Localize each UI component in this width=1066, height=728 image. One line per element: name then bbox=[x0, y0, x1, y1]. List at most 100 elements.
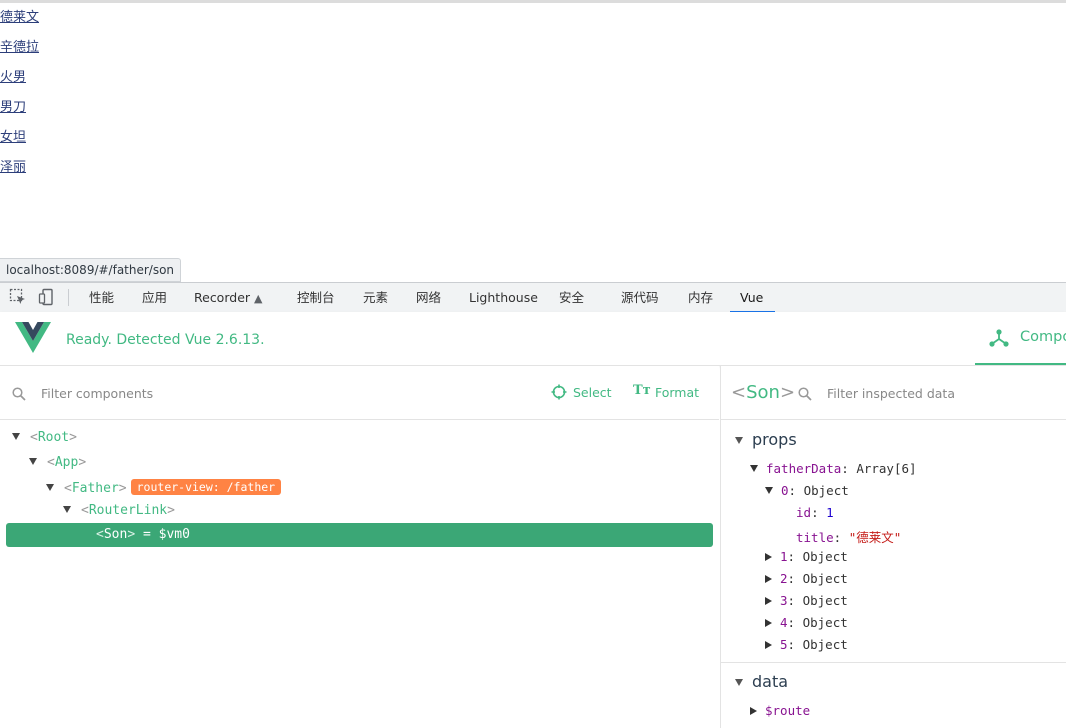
vue-status-text: Ready. Detected Vue 2.6.13. bbox=[66, 332, 265, 348]
flask-icon: ▲ bbox=[254, 292, 263, 305]
data-key: $route bbox=[765, 703, 811, 718]
search-icon bbox=[798, 386, 812, 405]
props-label: props bbox=[752, 430, 797, 449]
hero-link-3[interactable]: 火男 bbox=[0, 66, 26, 85]
tab-separator bbox=[68, 289, 69, 306]
tab-lighthouse[interactable]: Lighthouse bbox=[469, 283, 538, 312]
tree-node-son-selected[interactable]: <Son> = $vm0 bbox=[6, 523, 713, 547]
tree-node-label: App bbox=[54, 455, 79, 470]
collapse-arrow-icon bbox=[29, 458, 37, 465]
vm-reference: = $vm0 bbox=[142, 527, 190, 542]
prop-item-3[interactable]: 3: Object bbox=[765, 593, 848, 608]
prop-item-0[interactable]: 0: Object bbox=[765, 483, 849, 498]
tab-vue[interactable]: Vue bbox=[729, 283, 776, 313]
data-section-header[interactable]: data bbox=[735, 672, 788, 691]
prop-key: id bbox=[796, 505, 812, 520]
prop-value: 1 bbox=[826, 505, 834, 520]
prop-key: title bbox=[796, 530, 834, 545]
prop-item-0-id[interactable]: id: 1 bbox=[796, 505, 834, 520]
inspected-component-title: <Son> bbox=[731, 382, 796, 403]
collapse-arrow-icon bbox=[735, 437, 743, 444]
prop-key: 0 bbox=[781, 483, 789, 498]
prop-key: 3 bbox=[780, 593, 788, 608]
tab-elements[interactable]: 元素 bbox=[363, 283, 388, 312]
tree-node-root[interactable]: <Root> bbox=[12, 430, 77, 454]
search-icon bbox=[12, 386, 26, 405]
tab-memory[interactable]: 内存 bbox=[688, 283, 713, 312]
device-toolbar-icon[interactable] bbox=[38, 288, 56, 306]
tab-sources[interactable]: 源代码 bbox=[621, 283, 659, 312]
prop-value: Object bbox=[803, 483, 849, 498]
vue-devtools-header: Ready. Detected Vue 2.6.13. Compo bbox=[0, 312, 1066, 366]
collapse-arrow-icon bbox=[63, 506, 71, 513]
inspector-toolbar: <Son> bbox=[721, 366, 1066, 420]
prop-value: "德莱文" bbox=[848, 530, 902, 545]
components-tab[interactable]: Compo bbox=[975, 312, 1066, 365]
prop-item-0-title[interactable]: title: "德莱文" bbox=[796, 527, 901, 546]
hero-link-1[interactable]: 德莱文 bbox=[0, 6, 39, 25]
tab-network[interactable]: 网络 bbox=[416, 283, 441, 312]
collapse-arrow-icon bbox=[46, 484, 54, 491]
inspector-pane: <Son> props fatherData: Array[6] 0: Obje… bbox=[720, 366, 1066, 728]
expand-arrow-icon bbox=[750, 707, 757, 715]
prop-key: 4 bbox=[780, 615, 788, 630]
tab-recorder-label: Recorder bbox=[194, 290, 251, 305]
tab-performance[interactable]: 性能 bbox=[89, 283, 114, 312]
prop-value: Object bbox=[802, 637, 848, 652]
tab-recorder[interactable]: Recorder ▲ bbox=[194, 283, 263, 312]
prop-father-data[interactable]: fatherData: Array[6] bbox=[750, 461, 917, 476]
prop-key: 5 bbox=[780, 637, 788, 652]
tree-node-label: Son bbox=[103, 527, 128, 542]
prop-key: fatherData bbox=[766, 461, 842, 476]
collapse-arrow-icon bbox=[735, 679, 743, 686]
prop-item-2[interactable]: 2: Object bbox=[765, 571, 848, 586]
prop-value: Object bbox=[802, 549, 848, 564]
hero-link-5[interactable]: 女坦 bbox=[0, 126, 26, 145]
prop-key: 2 bbox=[780, 571, 788, 586]
tab-security[interactable]: 安全 bbox=[559, 283, 584, 312]
tree-node-app[interactable]: <App> bbox=[29, 455, 86, 479]
prop-item-1[interactable]: 1: Object bbox=[765, 549, 848, 564]
props-section-header[interactable]: props bbox=[735, 430, 797, 449]
data-label: data bbox=[752, 672, 789, 691]
prop-value: Array[6] bbox=[856, 461, 917, 476]
expand-arrow-icon bbox=[765, 487, 773, 494]
collapse-arrow-icon bbox=[12, 433, 20, 440]
expand-arrow-icon bbox=[750, 465, 758, 472]
tree-node-father[interactable]: <Father> router-view: /father bbox=[46, 479, 282, 503]
tab-application[interactable]: 应用 bbox=[142, 283, 167, 312]
data-route[interactable]: $route bbox=[750, 703, 810, 718]
expand-arrow-icon bbox=[765, 641, 772, 649]
text-format-icon: Tт bbox=[633, 383, 651, 398]
tab-console[interactable]: 控制台 bbox=[297, 283, 335, 312]
hero-link-4[interactable]: 男刀 bbox=[0, 96, 26, 115]
tree-node-label: RouterLink bbox=[88, 503, 168, 518]
expand-arrow-icon bbox=[765, 575, 772, 583]
section-divider bbox=[721, 662, 1066, 663]
expand-arrow-icon bbox=[765, 553, 772, 561]
prop-item-4[interactable]: 4: Object bbox=[765, 615, 848, 630]
hero-link-2[interactable]: 辛德拉 bbox=[0, 36, 39, 55]
prop-value: Object bbox=[802, 615, 848, 630]
tree-node-label: Father bbox=[71, 481, 119, 496]
prop-item-5[interactable]: 5: Object bbox=[765, 637, 848, 652]
expand-arrow-icon bbox=[765, 597, 772, 605]
page-top-border bbox=[0, 0, 1066, 3]
prop-value: Object bbox=[802, 593, 848, 608]
prop-value: Object bbox=[802, 571, 848, 586]
components-tree-icon bbox=[989, 328, 1009, 352]
tree-node-label: Root bbox=[37, 430, 70, 445]
components-tab-label: Compo bbox=[1020, 329, 1066, 345]
inspected-component-name: Son bbox=[746, 382, 780, 403]
format-button-label: Format bbox=[655, 385, 700, 400]
prop-key: 1 bbox=[780, 549, 788, 564]
filter-inspected-data-input[interactable] bbox=[827, 382, 1057, 404]
vue-logo-icon bbox=[15, 321, 51, 357]
tree-toolbar: Select Tт Format bbox=[0, 366, 719, 420]
select-button-label: Select bbox=[573, 385, 612, 400]
link-status-url: localhost:8089/#/father/son bbox=[0, 258, 182, 282]
hero-link-6[interactable]: 泽丽 bbox=[0, 156, 26, 175]
expand-arrow-icon bbox=[765, 619, 772, 627]
inspect-element-icon[interactable] bbox=[9, 288, 27, 306]
filter-components-input[interactable] bbox=[41, 382, 261, 404]
